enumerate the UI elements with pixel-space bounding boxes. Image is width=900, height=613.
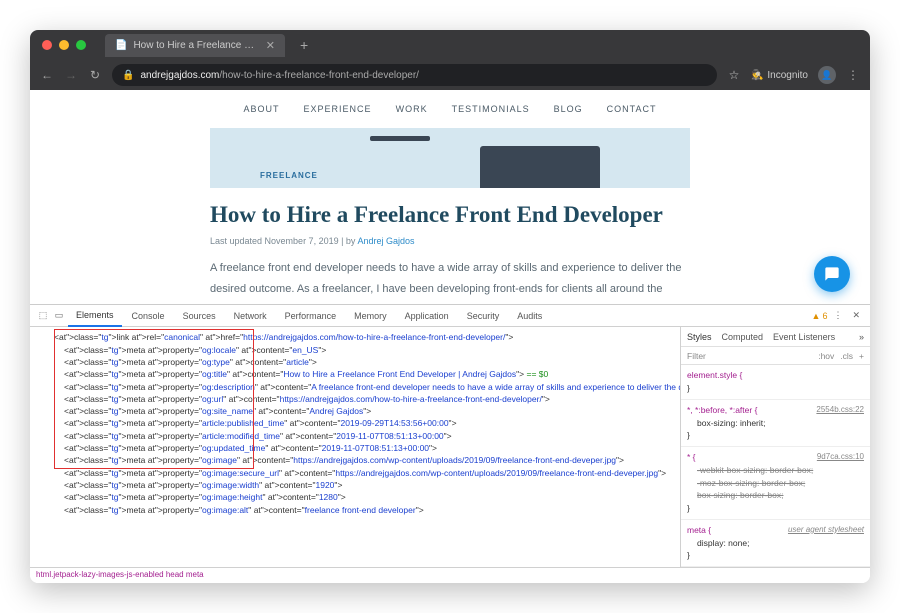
code-line[interactable]: <at">class="tg">meta at">property="og:im… — [36, 491, 674, 503]
menu-icon[interactable]: ⋮ — [846, 68, 860, 82]
address-bar-row: ← → ↻ 🔒 andrejgajdos.com/how-to-hire-a-f… — [30, 60, 870, 90]
code-line[interactable]: <at">class="tg">meta at">property="og:lo… — [36, 344, 674, 356]
tab-application[interactable]: Application — [397, 305, 457, 327]
nav-testimonials[interactable]: TESTIMONIALS — [452, 104, 530, 114]
tab-network[interactable]: Network — [226, 305, 275, 327]
nav-about[interactable]: ABOUT — [244, 104, 280, 114]
devtools-close-icon[interactable]: ✕ — [848, 310, 864, 321]
side-tab-styles[interactable]: Styles — [687, 332, 712, 342]
author-link[interactable]: Andrej Gajdos — [357, 236, 414, 246]
star-icon[interactable]: ☆ — [727, 68, 741, 82]
incognito-badge: 🕵 Incognito — [751, 70, 808, 81]
style-rule-star[interactable]: 9d7ca.css:10 * { -webkit-box-sizing: bor… — [681, 447, 870, 520]
elements-panel[interactable]: <at">class="tg">link at">rel="canonical"… — [30, 327, 680, 567]
article-body: A freelance front end developer needs to… — [210, 258, 690, 304]
add-rule-icon[interactable]: + — [859, 351, 864, 361]
reload-button[interactable]: ↻ — [88, 68, 102, 82]
browser-window: 📄 How to Hire a Freelance Front ✕ + ← → … — [30, 30, 870, 583]
filter-input[interactable]: Filter — [687, 351, 706, 361]
hero-image: FREELANCE — [210, 128, 690, 188]
code-line[interactable]: <at">class="tg">meta at">property="og:im… — [36, 479, 674, 491]
code-line[interactable]: <at">class="tg">meta at">property="artic… — [36, 430, 674, 442]
code-line[interactable]: <at">class="tg">meta at">property="og:im… — [36, 467, 674, 479]
favicon: 📄 — [115, 40, 127, 51]
page-viewport: ABOUT EXPERIENCE WORK TESTIMONIALS BLOG … — [30, 90, 870, 583]
styles-filter-row: Filter :hov .cls + — [681, 347, 870, 365]
lock-icon: 🔒 — [122, 70, 134, 81]
window-maximize-button[interactable] — [76, 40, 86, 50]
back-button[interactable]: ← — [40, 68, 54, 82]
article-meta: Last updated November 7, 2019 | by Andre… — [210, 236, 690, 246]
nav-experience[interactable]: EXPERIENCE — [304, 104, 372, 114]
titlebar: 📄 How to Hire a Freelance Front ✕ + — [30, 30, 870, 60]
window-minimize-button[interactable] — [59, 40, 69, 50]
tab-console[interactable]: Console — [124, 305, 173, 327]
breadcrumb[interactable]: html.jetpack-lazy-images-js-enabled head… — [30, 567, 870, 583]
code-line[interactable]: <at">class="tg">meta at">property="og:ur… — [36, 393, 674, 405]
code-line[interactable]: <at">class="tg">meta at">property="og:si… — [36, 405, 674, 417]
url-path: /how-to-hire-a-freelance-front-end-devel… — [219, 70, 419, 81]
chat-icon — [824, 266, 840, 282]
tab-security[interactable]: Security — [459, 305, 508, 327]
tab-sources[interactable]: Sources — [175, 305, 224, 327]
url-domain: andrejgajdos.com — [140, 70, 219, 81]
forward-button[interactable]: → — [64, 68, 78, 82]
hov-toggle[interactable]: :hov — [818, 351, 834, 361]
incognito-icon: 🕵 — [751, 70, 763, 81]
side-tab-listeners[interactable]: Event Listeners — [773, 332, 835, 342]
address-bar[interactable]: 🔒 andrejgajdos.com/how-to-hire-a-freelan… — [112, 64, 717, 86]
page-content: ABOUT EXPERIENCE WORK TESTIMONIALS BLOG … — [30, 90, 870, 304]
code-line[interactable]: <at">class="tg">meta at">property="og:ti… — [36, 368, 674, 380]
code-line[interactable]: <at">class="tg">link at">rel="canonical"… — [36, 331, 674, 343]
style-rule-star-pseudo[interactable]: 2554b.css:22 *, *:before, *:after { box-… — [681, 400, 870, 447]
tab-memory[interactable]: Memory — [346, 305, 395, 327]
style-rule-meta[interactable]: user agent stylesheet meta { display: no… — [681, 520, 870, 567]
browser-tab[interactable]: 📄 How to Hire a Freelance Front ✕ — [105, 34, 285, 57]
devtools: ⬚ ▭ Elements Console Sources Network Per… — [30, 304, 870, 583]
tab-performance[interactable]: Performance — [277, 305, 345, 327]
cls-toggle[interactable]: .cls — [840, 351, 853, 361]
code-line[interactable]: <at">class="tg">meta at">property="og:ty… — [36, 356, 674, 368]
tab-audits[interactable]: Audits — [509, 305, 550, 327]
device-icon[interactable]: ▭ — [52, 310, 66, 321]
style-rule-element[interactable]: element.style { } — [681, 365, 870, 400]
side-tabs-more-icon[interactable]: » — [859, 332, 864, 342]
hero-label: FREELANCE — [260, 171, 318, 180]
window-close-button[interactable] — [42, 40, 52, 50]
warnings-badge[interactable]: ▲ 6 — [812, 311, 828, 321]
article-title: How to Hire a Freelance Front End Develo… — [210, 202, 690, 228]
code-line[interactable]: <at">class="tg">meta at">property="og:im… — [36, 504, 674, 516]
nav-work[interactable]: WORK — [396, 104, 428, 114]
inspect-icon[interactable]: ⬚ — [36, 310, 50, 321]
chat-fab[interactable] — [814, 256, 850, 292]
nav-blog[interactable]: BLOG — [554, 104, 583, 114]
devtools-tabs: ⬚ ▭ Elements Console Sources Network Per… — [30, 305, 870, 327]
side-tabs: Styles Computed Event Listeners » — [681, 327, 870, 347]
code-line[interactable]: <at">class="tg">meta at">property="og:im… — [36, 454, 674, 466]
side-tab-computed[interactable]: Computed — [722, 332, 764, 342]
site-nav: ABOUT EXPERIENCE WORK TESTIMONIALS BLOG … — [30, 90, 870, 128]
nav-contact[interactable]: CONTACT — [607, 104, 657, 114]
new-tab-button[interactable]: + — [300, 37, 308, 53]
devtools-settings-icon[interactable]: ⋮ — [829, 310, 846, 321]
devtools-body: <at">class="tg">link at">rel="canonical"… — [30, 327, 870, 567]
profile-avatar[interactable]: 👤 — [818, 66, 836, 84]
tab-elements[interactable]: Elements — [68, 305, 122, 327]
tab-close-icon[interactable]: ✕ — [266, 39, 275, 52]
styles-panel: Styles Computed Event Listeners » Filter… — [680, 327, 870, 567]
tab-title: How to Hire a Freelance Front — [133, 40, 259, 51]
article: How to Hire a Freelance Front End Develo… — [210, 202, 690, 304]
code-line[interactable]: <at">class="tg">meta at">property="og:de… — [36, 381, 674, 393]
code-line[interactable]: <at">class="tg">meta at">property="artic… — [36, 417, 674, 429]
code-line[interactable]: <at">class="tg">meta at">property="og:up… — [36, 442, 674, 454]
